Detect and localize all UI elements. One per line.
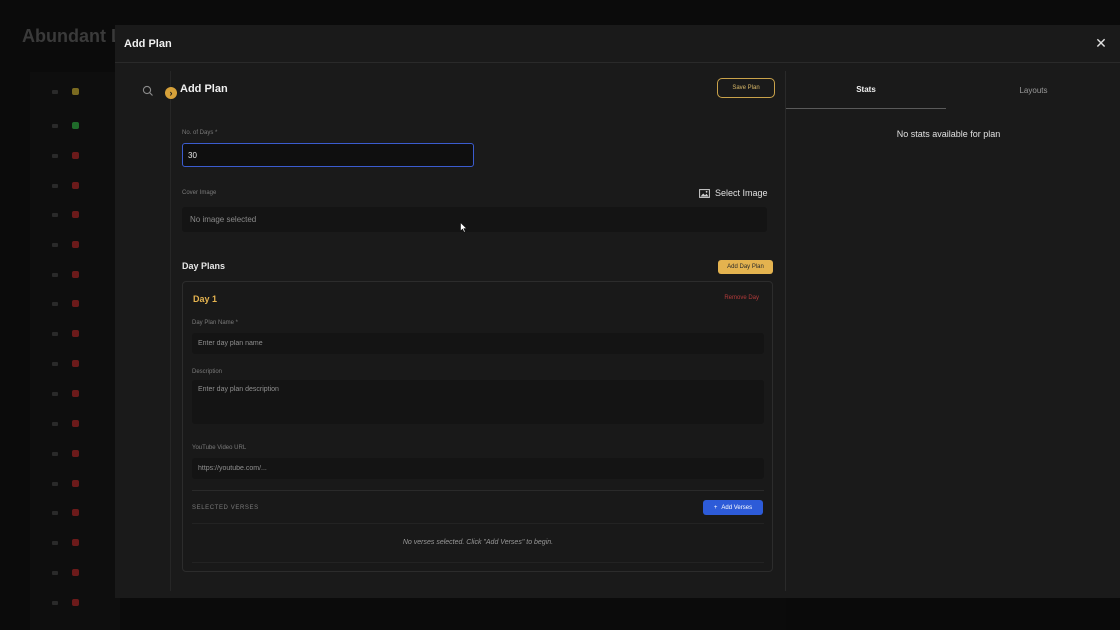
background-row-marker — [52, 213, 58, 217]
day-plan-name-label: Day Plan Name * — [192, 320, 239, 326]
background-status-dot — [72, 211, 79, 218]
background-status-dot — [72, 480, 79, 487]
background-row-marker — [52, 392, 58, 396]
background-row — [52, 360, 82, 368]
background-row-marker — [52, 90, 58, 94]
tab-layouts[interactable]: Layouts — [946, 71, 1120, 109]
background-row — [52, 390, 82, 398]
no-image-text: No image selected — [190, 215, 257, 224]
background-status-dot — [72, 509, 79, 516]
add-day-plan-button[interactable]: Add Day Plan — [718, 260, 773, 274]
tab-stats[interactable]: Stats — [786, 71, 946, 109]
select-image-label: Select Image — [715, 188, 768, 198]
background-right-area — [786, 598, 1120, 630]
description-input[interactable] — [192, 380, 764, 424]
background-row — [52, 450, 82, 458]
day-plan-card: Day 1 Remove Day Day Plan Name * Descrip… — [182, 281, 773, 572]
youtube-url-label: YouTube Video URL — [192, 445, 247, 451]
cover-image-box[interactable]: No image selected — [182, 207, 767, 232]
background-row-marker — [52, 302, 58, 306]
background-status-dot — [72, 241, 79, 248]
background-row-marker — [52, 273, 58, 277]
background-status-dot — [72, 569, 79, 576]
background-row-marker — [52, 571, 58, 575]
background-status-dot — [72, 599, 79, 606]
background-status-dot — [72, 122, 79, 129]
plus-icon: + — [713, 504, 718, 511]
background-row-marker — [52, 482, 58, 486]
background-row — [52, 539, 82, 547]
background-row-marker — [52, 541, 58, 545]
selected-verses-label: SELECTED VERSES — [192, 505, 259, 511]
remove-day-button[interactable]: Remove Day — [724, 295, 759, 301]
background-status-dot — [72, 420, 79, 427]
stats-pane: Stats Layouts No stats available for pla… — [785, 71, 1120, 591]
background-row-marker — [52, 452, 58, 456]
days-input[interactable] — [182, 143, 474, 167]
background-row — [52, 152, 82, 160]
search-icon[interactable] — [142, 85, 154, 97]
background-row-marker — [52, 124, 58, 128]
select-image-button[interactable]: Select Image — [699, 187, 768, 199]
background-row-marker — [52, 243, 58, 247]
background-row — [52, 300, 82, 308]
save-plan-button[interactable]: Save Plan — [717, 78, 775, 98]
background-status-dot — [72, 539, 79, 546]
image-icon — [699, 188, 710, 198]
background-row — [52, 122, 82, 130]
background-row-marker — [52, 422, 58, 426]
form-title: Add Plan — [180, 83, 228, 95]
background-row-marker — [52, 601, 58, 605]
mouse-cursor-icon — [460, 222, 468, 233]
days-label: No. of Days * — [182, 130, 218, 136]
no-verses-text: No verses selected. Click "Add Verses" t… — [402, 539, 554, 546]
plan-form-pane: › Add Plan Save Plan No. of Days * Cover… — [115, 71, 785, 591]
background-status-dot — [72, 271, 79, 278]
background-row — [52, 241, 82, 249]
background-status-dot — [72, 88, 79, 95]
cover-image-label: Cover Image — [182, 190, 217, 196]
background-row-marker — [52, 362, 58, 366]
day-plan-name-input[interactable] — [192, 333, 764, 354]
background-row — [52, 480, 82, 488]
background-row — [52, 569, 82, 577]
background-row — [52, 211, 82, 219]
background-row-marker — [52, 511, 58, 515]
background-status-dot — [72, 182, 79, 189]
modal-title: Add Plan — [124, 38, 172, 50]
section-divider — [192, 490, 764, 491]
background-row-marker — [52, 154, 58, 158]
add-verses-button[interactable]: + Add Verses — [703, 500, 763, 515]
youtube-url-input[interactable] — [192, 458, 764, 479]
chevron-right-icon[interactable]: › — [165, 87, 177, 99]
add-plan-modal: Add Plan ✕ › Add Plan Save Plan No. of D… — [115, 25, 1120, 598]
background-status-dot — [72, 390, 79, 397]
add-verses-label: Add Verses — [721, 504, 753, 511]
background-status-dot — [72, 450, 79, 457]
close-icon[interactable]: ✕ — [1094, 36, 1108, 50]
day-plans-title: Day Plans — [182, 261, 226, 271]
background-row — [52, 330, 82, 338]
background-status-dot — [72, 360, 79, 367]
no-stats-text: No stats available for plan — [896, 129, 1001, 139]
background-row — [52, 599, 82, 607]
background-row — [52, 509, 82, 517]
verses-empty-state: No verses selected. Click "Add Verses" t… — [192, 523, 764, 563]
background-row — [52, 271, 82, 279]
background-row — [52, 420, 82, 428]
background-app-title: Abundant Li — [22, 26, 127, 46]
background-status-dot — [72, 330, 79, 337]
background-row — [52, 182, 82, 190]
pane-divider — [170, 71, 171, 591]
description-label: Description — [192, 369, 223, 375]
day-title: Day 1 — [193, 294, 218, 304]
background-status-dot — [72, 152, 79, 159]
background-status-dot — [72, 300, 79, 307]
background-row-marker — [52, 332, 58, 336]
modal-header: Add Plan ✕ — [115, 25, 1120, 63]
background-row-marker — [52, 184, 58, 188]
background-row — [52, 88, 82, 96]
